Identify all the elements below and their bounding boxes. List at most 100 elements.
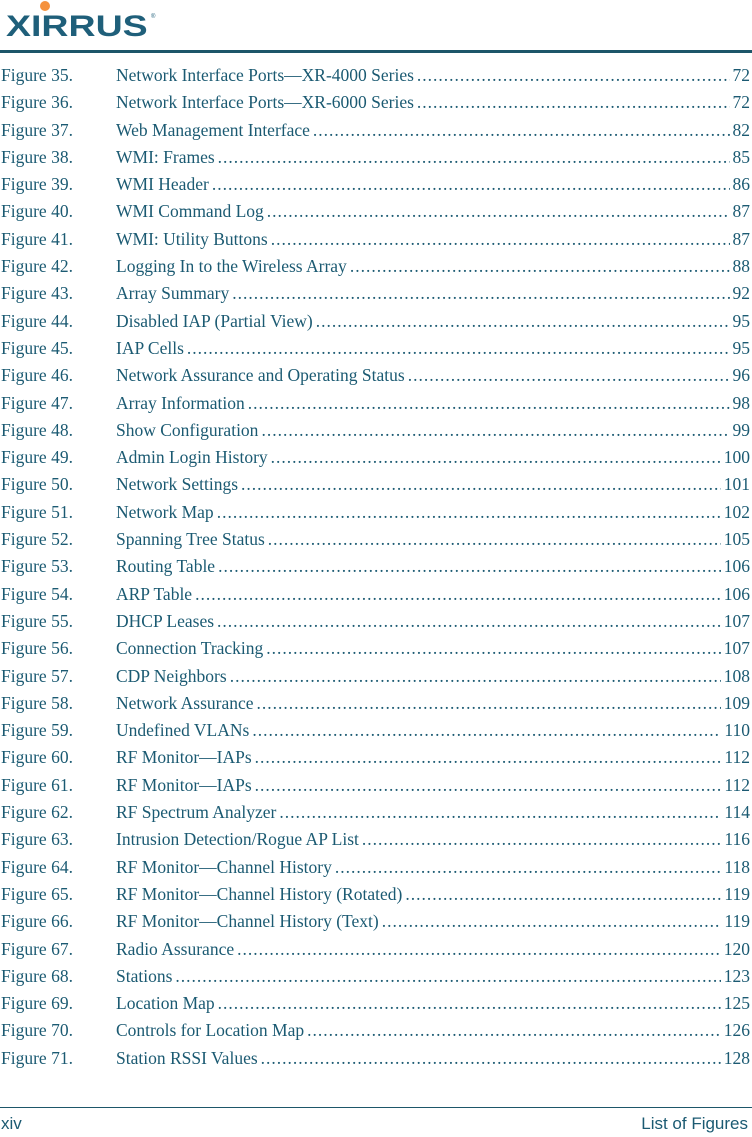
- list-of-figures: Figure 35. Network Interface Ports—XR-400…: [0, 65, 752, 1075]
- toc-entry[interactable]: Figure 51. Network Map 102: [0, 502, 752, 529]
- figure-label: Figure 45.: [1, 337, 73, 358]
- toc-entry[interactable]: Figure 43. Array Summary 92: [0, 283, 752, 310]
- toc-entry[interactable]: Figure 54. ARP Table 106: [0, 584, 752, 611]
- dot-leader: [362, 829, 722, 850]
- toc-entry[interactable]: Figure 71. Station RSSI Values 128: [0, 1048, 752, 1075]
- page-ref: 106: [723, 583, 750, 604]
- toc-entry[interactable]: Figure 36. Network Interface Ports—XR-600…: [0, 92, 752, 119]
- dot-leader: [175, 966, 720, 987]
- toc-entry[interactable]: Figure 65. RF Monitor—Channel History (Ro…: [0, 884, 752, 911]
- figure-label: Figure 43.: [1, 283, 73, 304]
- figure-label: Figure 54.: [1, 583, 73, 604]
- toc-entry[interactable]: Figure 38. WMI: Frames 85: [0, 147, 752, 174]
- figure-title: WMI: Frames: [116, 146, 215, 167]
- toc-entry[interactable]: Figure 62. RF Spectrum Analyzer 114: [0, 802, 752, 829]
- figure-label: Figure 64.: [1, 856, 73, 877]
- toc-entry[interactable]: Figure 63. Intrusion Detection/Rogue AP L…: [0, 829, 752, 856]
- dot-leader: [218, 147, 730, 168]
- figure-title: ARP Table: [116, 583, 193, 604]
- toc-entry[interactable]: Figure 68. Stations 123: [0, 966, 752, 993]
- dot-leader: [313, 120, 730, 141]
- dot-leader: [271, 229, 730, 250]
- dot-leader: [417, 92, 730, 113]
- toc-entry[interactable]: Figure 49. Admin Login History 100: [0, 447, 752, 474]
- figure-label: Figure 36.: [1, 92, 73, 113]
- figure-title: Show Configuration: [116, 419, 259, 440]
- toc-entry[interactable]: Figure 64. RF Monitor—Channel History 118: [0, 857, 752, 884]
- toc-entry[interactable]: Figure 56. Connection Tracking 107: [0, 638, 752, 665]
- toc-entry[interactable]: Figure 39. WMI Header 86: [0, 174, 752, 201]
- figure-label: Figure 65.: [1, 883, 73, 904]
- page-ref: 112: [724, 747, 750, 768]
- dot-leader: [241, 474, 721, 495]
- dot-leader: [271, 447, 721, 468]
- dot-leader: [217, 502, 721, 523]
- figure-label: Figure 69.: [1, 993, 73, 1014]
- page-ref: 95: [732, 337, 751, 358]
- dot-leader: [261, 420, 729, 441]
- figure-label: Figure 40.: [1, 201, 73, 222]
- figure-title: Network Interface Ports—XR-6000 Series: [116, 92, 414, 113]
- figure-title: Network Assurance and Operating Status: [116, 365, 405, 386]
- toc-entry[interactable]: Figure 40. WMI Command Log 87: [0, 201, 752, 228]
- figure-title: Array Summary: [116, 283, 230, 304]
- page-ref: 106: [723, 556, 750, 577]
- page-ref: 87: [732, 201, 751, 222]
- figure-label: Figure 57.: [1, 665, 73, 686]
- figure-label: Figure 70.: [1, 1020, 73, 1041]
- dot-leader: [218, 556, 721, 577]
- toc-entry[interactable]: Figure 47. Array Information 98: [0, 393, 752, 420]
- toc-entry[interactable]: Figure 48. Show Configuration 99: [0, 420, 752, 447]
- toc-entry[interactable]: Figure 55. DHCP Leases 107: [0, 611, 752, 638]
- toc-entry[interactable]: Figure 58. Network Assurance 109: [0, 693, 752, 720]
- toc-entry[interactable]: Figure 59. Undefined VLANs 110: [0, 720, 752, 747]
- dot-leader: [405, 884, 721, 905]
- registered-mark: ®: [151, 14, 156, 20]
- page-ref: 98: [732, 392, 751, 413]
- toc-entry[interactable]: Figure 57. CDP Neighbors 108: [0, 666, 752, 693]
- page-ref: 82: [732, 119, 751, 140]
- figure-title: Location Map: [116, 993, 215, 1014]
- figure-label: Figure 44.: [1, 310, 73, 331]
- toc-entry[interactable]: Figure 50. Network Settings 101: [0, 474, 752, 501]
- page-ref: 108: [723, 665, 750, 686]
- figure-title: Admin Login History: [116, 447, 268, 468]
- toc-entry[interactable]: Figure 37. Web Management Interface 82: [0, 120, 752, 147]
- logo-text: XIRRUS: [6, 10, 148, 43]
- toc-entry[interactable]: Figure 41. WMI: Utility Buttons 87: [0, 229, 752, 256]
- figure-title: Network Map: [116, 501, 214, 522]
- toc-entry[interactable]: Figure 44. Disabled IAP (Partial View) 95: [0, 311, 752, 338]
- section-title: List of Figures: [641, 1114, 748, 1133]
- dot-leader: [195, 584, 721, 605]
- toc-entry[interactable]: Figure 66. RF Monitor—Channel History (Te…: [0, 911, 752, 938]
- dot-leader: [212, 174, 730, 195]
- figure-label: Figure 51.: [1, 501, 73, 522]
- toc-entry[interactable]: Figure 35. Network Interface Ports—XR-400…: [0, 65, 752, 92]
- toc-entry[interactable]: Figure 67. Radio Assurance 120: [0, 939, 752, 966]
- figure-label: Figure 41.: [1, 228, 73, 249]
- header-divider: [0, 50, 752, 53]
- figure-label: Figure 59.: [1, 720, 73, 741]
- page-ref: 107: [723, 638, 750, 659]
- figure-title: RF Spectrum Analyzer: [116, 802, 277, 823]
- figure-title: WMI: Utility Buttons: [116, 228, 268, 249]
- dot-leader: [217, 611, 721, 632]
- dot-leader: [279, 802, 721, 823]
- dot-leader: [382, 911, 722, 932]
- figure-label: Figure 62.: [1, 802, 73, 823]
- toc-entry[interactable]: Figure 69. Location Map 125: [0, 993, 752, 1020]
- toc-entry[interactable]: Figure 70. Controls for Location Map 126: [0, 1020, 752, 1047]
- dot-leader: [350, 256, 730, 277]
- page-ref: 128: [723, 1047, 750, 1068]
- toc-entry[interactable]: Figure 42. Logging In to the Wireless Arr…: [0, 256, 752, 283]
- figure-title: Logging In to the Wireless Array: [116, 256, 347, 277]
- page-ref: 120: [723, 938, 750, 959]
- figure-label: Figure 38.: [1, 146, 73, 167]
- toc-entry[interactable]: Figure 60. RF Monitor—IAPs 112: [0, 747, 752, 774]
- dot-leader: [335, 857, 722, 878]
- toc-entry[interactable]: Figure 45. IAP Cells 95: [0, 338, 752, 365]
- toc-entry[interactable]: Figure 61. RF Monitor—IAPs 112: [0, 775, 752, 802]
- toc-entry[interactable]: Figure 53. Routing Table 106: [0, 556, 752, 583]
- toc-entry[interactable]: Figure 52. Spanning Tree Status 105: [0, 529, 752, 556]
- toc-entry[interactable]: Figure 46. Network Assurance and Operatin…: [0, 365, 752, 392]
